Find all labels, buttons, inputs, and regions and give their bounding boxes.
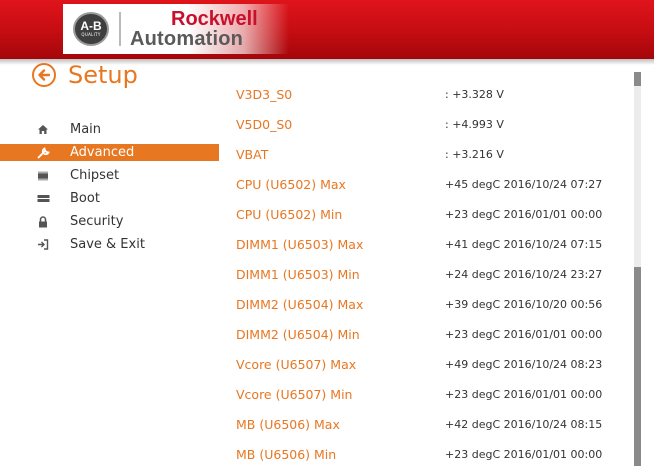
sidebar-item-boot[interactable]: Boot <box>0 187 219 210</box>
hardware-monitor-list: V3D3_S0 : +3.328 V V5D0_S0 : +4.993 V VBAT… <box>236 79 636 469</box>
drive-icon <box>35 192 51 206</box>
brand-divider <box>119 12 121 46</box>
row-label: CPU (U6502) Max <box>236 176 346 192</box>
sidebar-item-label: Boot <box>70 191 100 206</box>
home-icon <box>35 123 51 137</box>
chip-icon <box>35 169 51 183</box>
row-value: +49 degC 2016/10/24 08:23 <box>445 357 603 371</box>
back-button[interactable]: Setup <box>32 63 138 87</box>
scrollbar-thumb[interactable] <box>634 267 641 466</box>
row-label: MB (U6506) Min <box>236 446 337 462</box>
row-value: +45 degC 2016/10/24 07:27 <box>445 177 603 191</box>
list-item: CPU (U6502) Min +23 degC 2016/01/01 00:00 <box>236 199 636 229</box>
row-label: DIMM2 (U6504) Min <box>236 326 360 342</box>
back-arrow-icon[interactable] <box>32 63 56 87</box>
sidebar-item-label: Main <box>70 122 102 137</box>
sidebar-item-label: Advanced <box>70 145 135 160</box>
row-value: : +3.328 V <box>445 87 504 101</box>
list-item: DIMM2 (U6504) Max +39 degC 2016/10/20 00:… <box>236 289 636 319</box>
list-item: MB (U6506) Max +42 degC 2016/10/24 08:15 <box>236 409 636 439</box>
brand-logo-area: A-B QUALITY Rockwell Automation <box>63 4 289 54</box>
lock-icon <box>35 215 51 229</box>
row-value: : +3.216 V <box>445 147 504 161</box>
row-label: VBAT <box>236 146 269 162</box>
sidebar-item-label: Chipset <box>70 168 120 183</box>
brand-name-automation: Automation <box>130 28 244 50</box>
row-value: +23 degC 2016/01/01 00:00 <box>445 207 603 221</box>
header-bar: A-B QUALITY Rockwell Automation <box>0 0 654 59</box>
page-title: Setup <box>68 61 138 89</box>
sidebar-item-main[interactable]: Main <box>0 118 219 141</box>
list-item: CPU (U6502) Max +45 degC 2016/10/24 07:27 <box>236 169 636 199</box>
sidebar-item-advanced[interactable]: Advanced <box>0 144 219 161</box>
sidebar-item-save-exit[interactable]: Save & Exit <box>0 233 219 256</box>
scrollbar-up-marker[interactable] <box>634 72 641 86</box>
list-item: Vcore (U6507) Min +23 degC 2016/01/01 00:… <box>236 379 636 409</box>
row-label: CPU (U6502) Min <box>236 206 343 222</box>
list-item: MB (U6506) Min +23 degC 2016/01/01 00:00 <box>236 439 636 469</box>
list-item: V5D0_S0 : +4.993 V <box>236 109 636 139</box>
list-item: DIMM1 (U6503) Max +41 degC 2016/10/24 07:… <box>236 229 636 259</box>
allen-bradley-logo: A-B QUALITY <box>73 12 109 46</box>
sidebar-item-label: Security <box>70 214 124 229</box>
exit-icon <box>35 238 51 252</box>
list-item: VBAT : +3.216 V <box>236 139 636 169</box>
row-value: +24 degC 2016/10/24 23:27 <box>445 267 603 281</box>
sidebar-item-label: Save & Exit <box>70 237 145 252</box>
wrench-icon <box>35 146 51 160</box>
list-item: DIMM1 (U6503) Min +24 degC 2016/10/24 23:… <box>236 259 636 289</box>
row-label: V5D0_S0 <box>236 116 293 132</box>
list-item: Vcore (U6507) Max +49 degC 2016/10/24 08:… <box>236 349 636 379</box>
row-value: +23 degC 2016/01/01 00:00 <box>445 327 603 341</box>
row-label: V3D3_S0 <box>236 86 293 102</box>
row-value: +39 degC 2016/10/20 00:56 <box>445 297 603 311</box>
row-label: Vcore (U6507) Min <box>236 386 353 402</box>
row-value: +42 degC 2016/10/24 08:15 <box>445 417 603 431</box>
sidebar-nav: Main Advanced Chipset Boot Security Save… <box>0 118 219 256</box>
row-value: +23 degC 2016/01/01 00:00 <box>445 387 603 401</box>
list-item: DIMM2 (U6504) Min +23 degC 2016/01/01 00:… <box>236 319 636 349</box>
row-label: DIMM2 (U6504) Max <box>236 296 364 312</box>
row-label: MB (U6506) Max <box>236 416 340 432</box>
row-label: DIMM1 (U6503) Min <box>236 266 360 282</box>
brand-name-rockwell: Rockwell <box>171 8 258 30</box>
row-label: DIMM1 (U6503) Max <box>236 236 364 252</box>
ab-logo-text: A-B <box>80 19 102 33</box>
row-value: +41 degC 2016/10/24 07:15 <box>445 237 603 251</box>
sidebar-item-security[interactable]: Security <box>0 210 219 233</box>
sidebar-item-chipset[interactable]: Chipset <box>0 164 219 187</box>
row-value: : +4.993 V <box>445 117 504 131</box>
row-label: Vcore (U6507) Max <box>236 356 357 372</box>
list-item: V3D3_S0 : +3.328 V <box>236 79 636 109</box>
row-value: +23 degC 2016/01/01 00:00 <box>445 447 603 461</box>
